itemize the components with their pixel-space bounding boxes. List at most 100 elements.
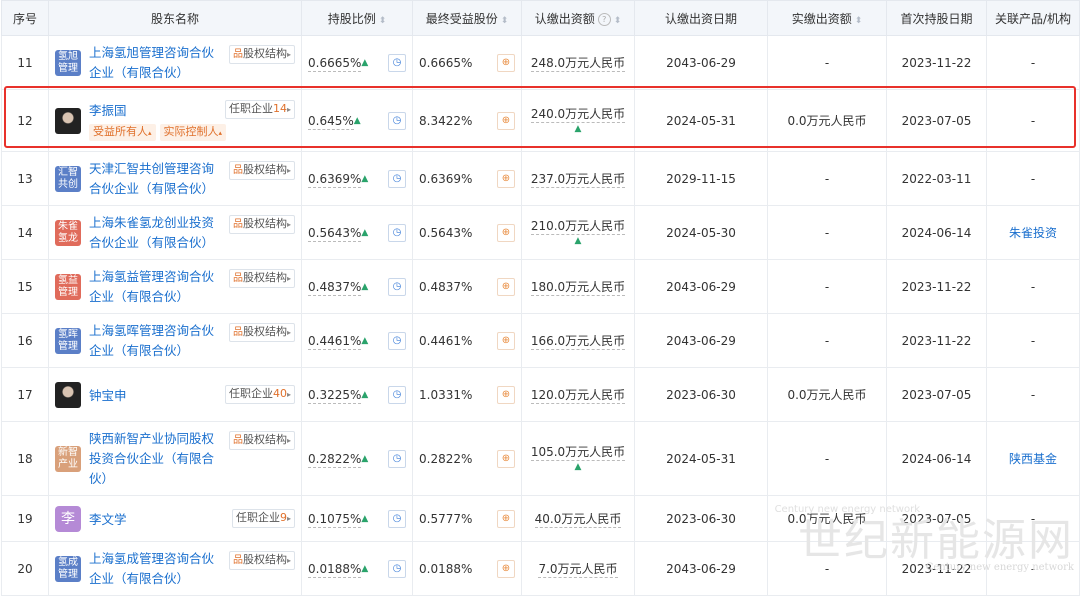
- history-clock-icon[interactable]: ◷: [388, 53, 406, 72]
- col-final[interactable]: 最终受益股份 ⬍: [412, 0, 522, 36]
- share-percent[interactable]: 0.1075%: [308, 511, 362, 528]
- company-logo-icon[interactable]: 氢晖管理: [55, 327, 81, 354]
- subscribed-amount[interactable]: 120.0万元人民币: [530, 388, 626, 404]
- penetration-target-icon[interactable]: ⊕: [497, 223, 515, 242]
- table-row[interactable]: 11 氢旭管理 上海氢旭管理咨询合伙企业（有限合伙） 品股权结构▸ 0.6665…: [1, 35, 1080, 90]
- post-company-button[interactable]: 任职企业9▸: [231, 509, 295, 528]
- share-percent[interactable]: 0.645%: [308, 113, 354, 130]
- arrow-up-icon: ▲: [361, 389, 369, 400]
- history-clock-icon[interactable]: ◷: [388, 331, 406, 350]
- company-logo-icon[interactable]: 新智产业: [55, 445, 81, 472]
- equity-structure-button[interactable]: 品股权结构▸: [228, 322, 295, 342]
- history-clock-icon[interactable]: ◷: [388, 277, 406, 296]
- equity-structure-button[interactable]: 品股权结构▸: [228, 160, 295, 180]
- sort-icon[interactable]: ⬍: [379, 16, 387, 26]
- subscribed-amount[interactable]: 180.0万元人民币: [530, 280, 626, 296]
- paid-cell: -: [767, 35, 887, 90]
- table-row[interactable]: 14 朱雀氢龙 上海朱雀氢龙创业投资合伙企业（有限合伙） 品股权结构▸ 0.56…: [1, 205, 1080, 260]
- company-logo-icon[interactable]: 氢旭管理: [55, 49, 81, 76]
- penetration-target-icon[interactable]: ⊕: [497, 385, 515, 404]
- help-icon[interactable]: ?: [597, 12, 611, 26]
- equity-structure-button[interactable]: 品股权结构▸: [228, 214, 295, 234]
- share-percent[interactable]: 0.2822%: [308, 451, 362, 468]
- related-link[interactable]: 陕西基金: [1009, 452, 1057, 466]
- subscribed-amount[interactable]: 240.0万元人民币: [530, 107, 626, 123]
- final-cell: 0.0188% ⊕: [412, 541, 522, 596]
- penetration-target-icon[interactable]: ⊕: [497, 449, 515, 468]
- sort-icon[interactable]: ⬍: [614, 16, 622, 26]
- history-clock-icon[interactable]: ◷: [388, 509, 406, 528]
- share-percent[interactable]: 0.4461%: [308, 333, 362, 350]
- sort-icon[interactable]: ⬍: [501, 16, 509, 26]
- arrow-up-icon: ▲: [361, 563, 369, 574]
- equity-structure-button[interactable]: 品股权结构▸: [228, 268, 295, 288]
- avatar[interactable]: [55, 381, 81, 408]
- subscribed-amount[interactable]: 210.0万元人民币: [530, 219, 626, 235]
- share-percent[interactable]: 0.6369%: [308, 171, 362, 188]
- share-percent[interactable]: 0.5643%: [308, 225, 362, 242]
- sub-date-cell: 2024-05-30: [634, 205, 768, 260]
- subscribed-amount[interactable]: 166.0万元人民币: [530, 334, 626, 350]
- subscribed-cell: 248.0万元人民币: [521, 35, 635, 90]
- final-cell: 0.4461% ⊕: [412, 313, 522, 368]
- penetration-target-icon[interactable]: ⊕: [497, 509, 515, 528]
- history-clock-icon[interactable]: ◷: [388, 111, 406, 130]
- equity-structure-button[interactable]: 品股权结构▸: [228, 44, 295, 64]
- post-company-button[interactable]: 任职企业14▸: [224, 100, 295, 119]
- share-percent[interactable]: 0.3225%: [308, 387, 362, 404]
- subscribed-amount[interactable]: 105.0万元人民币: [530, 445, 626, 461]
- related-link[interactable]: 朱雀投资: [1009, 226, 1057, 240]
- subscribed-amount[interactable]: 40.0万元人民币: [534, 512, 622, 528]
- table-row[interactable]: 12 李振国 任职企业14▸ 受益所有人▴ 实际控制人▴ 0.645%▲ ◷ 8.3…: [1, 89, 1080, 152]
- subscribed-amount[interactable]: 237.0万元人民币: [530, 172, 626, 188]
- table-row[interactable]: 15 氢益管理 上海氢益管理咨询合伙企业（有限合伙） 品股权结构▸ 0.4837…: [1, 259, 1080, 314]
- share-percent[interactable]: 0.6665%: [308, 55, 362, 72]
- company-logo-icon[interactable]: 氢益管理: [55, 273, 81, 300]
- penetration-target-icon[interactable]: ⊕: [497, 277, 515, 296]
- shareholder-name-link[interactable]: 李文学: [89, 509, 127, 528]
- equity-structure-button[interactable]: 品股权结构▸: [228, 430, 295, 450]
- penetration-target-icon[interactable]: ⊕: [497, 111, 515, 130]
- history-clock-icon[interactable]: ◷: [388, 169, 406, 188]
- col-paid[interactable]: 实缴出资额 ⬍: [767, 0, 887, 36]
- table-row[interactable]: 13 汇智共创 天津汇智共创管理咨询合伙企业（有限合伙） 品股权结构▸ 0.63…: [1, 151, 1080, 206]
- table-row[interactable]: 17 钟宝申 任职企业40▸ 0.3225%▲ ◷ 1.0331% ⊕ 120.0万…: [1, 367, 1080, 422]
- penetration-target-icon[interactable]: ⊕: [497, 169, 515, 188]
- sort-icon[interactable]: ⬍: [855, 16, 863, 26]
- company-logo-icon[interactable]: 汇智共创: [55, 165, 81, 192]
- table-row[interactable]: 19 李 李文学 任职企业9▸ 0.1075%▲ ◷ 0.5777% ⊕ 40.0万…: [1, 495, 1080, 542]
- row-number: 18: [1, 421, 49, 496]
- avatar[interactable]: [55, 107, 81, 134]
- role-tag[interactable]: 受益所有人▴: [89, 124, 156, 141]
- equity-structure-button[interactable]: 品股权结构▸: [228, 550, 295, 570]
- col-subscribed[interactable]: 认缴出资额? ⬍: [521, 0, 635, 36]
- chevron-up-icon: ▴: [218, 129, 223, 137]
- company-logo-icon[interactable]: 朱雀氢龙: [55, 219, 81, 246]
- structure-icon: 品: [232, 48, 243, 60]
- col-pct[interactable]: 持股比例 ⬍: [301, 0, 413, 36]
- subscribed-amount[interactable]: 248.0万元人民币: [530, 56, 626, 72]
- shareholder-name-link[interactable]: 钟宝申: [89, 385, 127, 404]
- row-number: 20: [1, 541, 49, 596]
- chevron-up-icon: ▴: [148, 129, 152, 137]
- first-date-cell: 2023-11-22: [886, 35, 987, 90]
- history-clock-icon[interactable]: ◷: [388, 223, 406, 242]
- history-clock-icon[interactable]: ◷: [388, 385, 406, 404]
- share-percent[interactable]: 0.4837%: [308, 279, 362, 296]
- company-logo-icon[interactable]: 氢成管理: [55, 555, 81, 582]
- shareholder-name-link[interactable]: 李振国: [89, 100, 127, 119]
- penetration-target-icon[interactable]: ⊕: [497, 331, 515, 350]
- table-row[interactable]: 16 氢晖管理 上海氢晖管理咨询合伙企业（有限合伙） 品股权结构▸ 0.4461…: [1, 313, 1080, 368]
- subscribed-amount[interactable]: 7.0万元人民币: [538, 562, 618, 578]
- table-row[interactable]: 18 新智产业 陕西新智产业协同股权投资合伙企业（有限合伙） 品股权结构▸ 0.…: [1, 421, 1080, 496]
- final-benefit-share: 8.3422%: [419, 113, 473, 128]
- avatar[interactable]: 李: [55, 505, 81, 532]
- post-company-button[interactable]: 任职企业40▸: [224, 385, 295, 404]
- table-row[interactable]: 20 氢成管理 上海氢成管理咨询合伙企业（有限合伙） 品股权结构▸ 0.0188…: [1, 541, 1080, 596]
- penetration-target-icon[interactable]: ⊕: [497, 53, 515, 72]
- share-percent[interactable]: 0.0188%: [308, 561, 362, 578]
- role-tag[interactable]: 实际控制人▴: [159, 124, 227, 141]
- arrow-up-icon: ▲: [361, 281, 369, 292]
- paid-cell: -: [767, 421, 887, 496]
- history-clock-icon[interactable]: ◷: [388, 449, 406, 468]
